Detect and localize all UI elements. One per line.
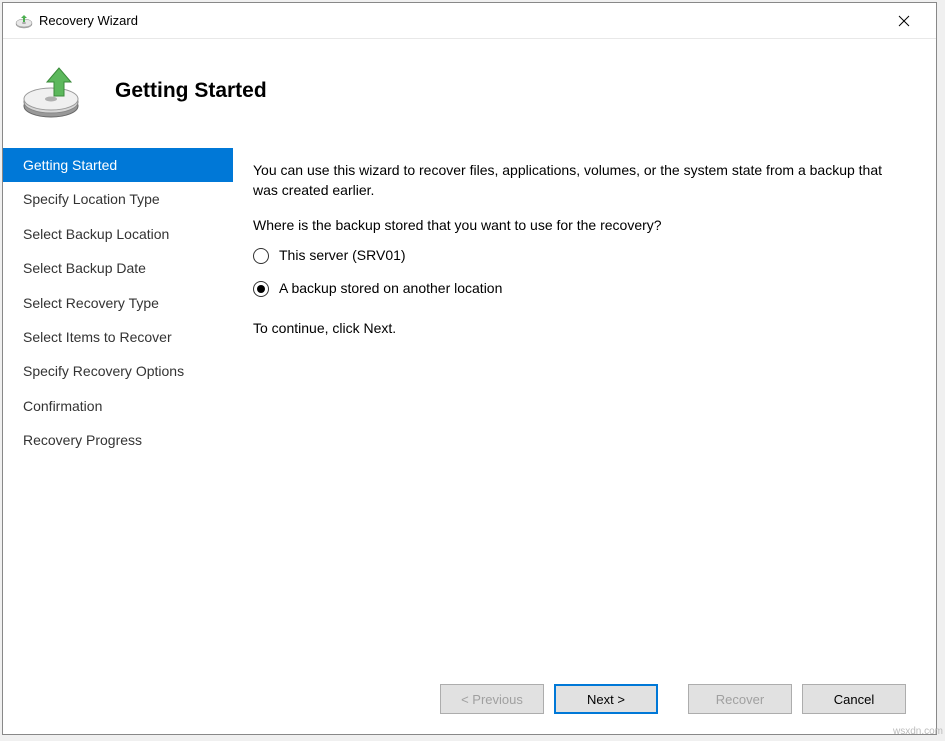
radio-label-this-server: This server (SRV01)	[279, 246, 406, 266]
intro-text: You can use this wizard to recover files…	[253, 161, 906, 200]
next-button[interactable]: Next >	[554, 684, 658, 714]
radio-icon	[253, 281, 269, 297]
step-select-recovery-type[interactable]: Select Recovery Type	[3, 286, 233, 320]
wizard-footer: < Previous Next > Recover Cancel	[3, 664, 936, 734]
recovery-wizard-window: Recovery Wizard Getting Started Getting …	[2, 2, 937, 735]
titlebar: Recovery Wizard	[3, 3, 936, 39]
close-button[interactable]	[884, 5, 924, 37]
step-select-items-to-recover[interactable]: Select Items to Recover	[3, 320, 233, 354]
wizard-content: You can use this wizard to recover files…	[233, 144, 936, 664]
step-confirmation[interactable]: Confirmation	[3, 389, 233, 423]
previous-button[interactable]: < Previous	[440, 684, 544, 714]
step-select-backup-location[interactable]: Select Backup Location	[3, 217, 233, 251]
wizard-body: Getting Started Specify Location Type Se…	[3, 144, 936, 664]
wizard-steps-sidebar: Getting Started Specify Location Type Se…	[3, 144, 233, 664]
recover-button[interactable]: Recover	[688, 684, 792, 714]
watermark: wsxdn.com	[893, 726, 943, 737]
radio-this-server[interactable]: This server (SRV01)	[253, 246, 906, 266]
recovery-large-icon	[21, 64, 81, 119]
recovery-icon	[15, 12, 33, 30]
step-select-backup-date[interactable]: Select Backup Date	[3, 251, 233, 285]
radio-label-another-location: A backup stored on another location	[279, 279, 502, 299]
close-icon	[898, 15, 910, 27]
step-specify-recovery-options[interactable]: Specify Recovery Options	[3, 354, 233, 388]
cancel-button[interactable]: Cancel	[802, 684, 906, 714]
continue-text: To continue, click Next.	[253, 319, 906, 339]
window-title: Recovery Wizard	[39, 13, 884, 28]
step-getting-started[interactable]: Getting Started	[3, 148, 233, 182]
radio-another-location[interactable]: A backup stored on another location	[253, 279, 906, 299]
step-specify-location-type[interactable]: Specify Location Type	[3, 182, 233, 216]
wizard-header: Getting Started	[3, 39, 936, 144]
radio-icon	[253, 248, 269, 264]
page-title: Getting Started	[115, 79, 267, 103]
step-recovery-progress[interactable]: Recovery Progress	[3, 423, 233, 457]
question-text: Where is the backup stored that you want…	[253, 216, 906, 236]
